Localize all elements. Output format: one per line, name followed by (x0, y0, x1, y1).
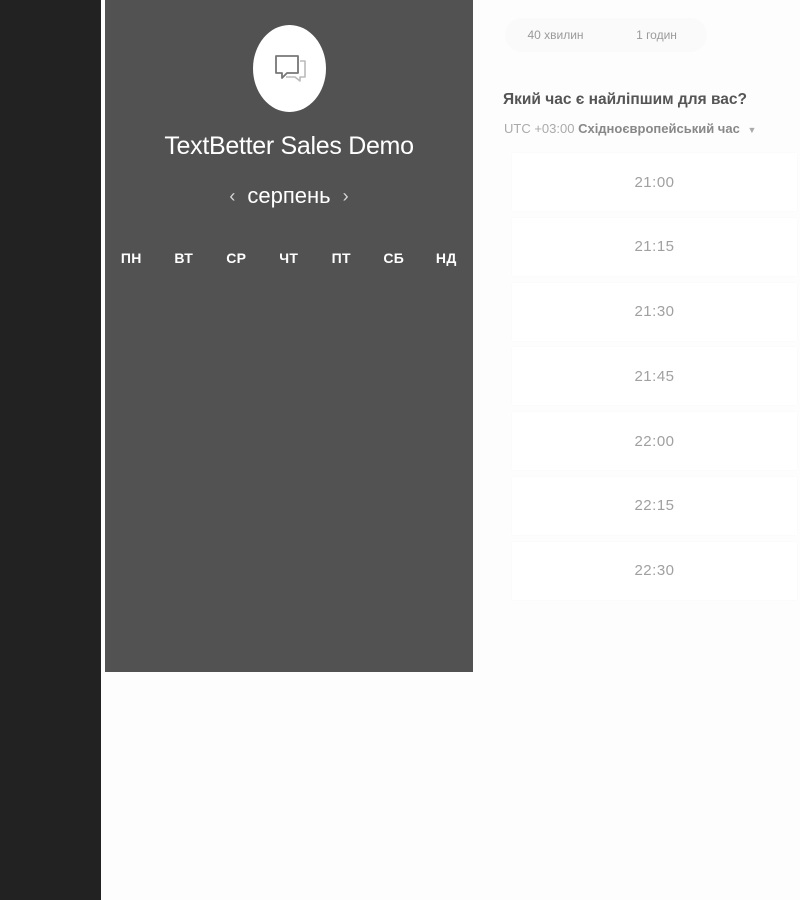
booking-page: TextBetter Sales Demo ‹ серпень › ПН ВТ … (0, 0, 800, 900)
weekday-sat: СБ (383, 250, 405, 266)
avatar (253, 25, 326, 112)
weekday-fri: ПТ (331, 250, 351, 266)
timezone-offset: UTC +03:00 (504, 121, 575, 136)
month-label: серпень (247, 183, 331, 208)
calendar-panel: TextBetter Sales Demo ‹ серпень › ПН ВТ … (105, 0, 473, 672)
duration-tab-40min[interactable]: 40 хвилин (505, 28, 606, 42)
time-slot-list: 21:00 21:15 21:30 21:45 22:00 22:15 22:3… (512, 153, 797, 607)
caret-down-icon: ▼ (747, 125, 757, 135)
event-title: TextBetter Sales Demo (164, 132, 414, 160)
chevron-right-icon[interactable]: › (331, 184, 361, 208)
time-slot[interactable]: 22:00 (512, 412, 797, 471)
time-slot[interactable]: 22:30 (512, 541, 797, 600)
time-question: Який час є найліпшим для вас? (503, 91, 747, 108)
chevron-left-icon[interactable]: ‹ (217, 184, 247, 208)
duration-tabs: 40 хвилин 1 годин (505, 18, 707, 52)
left-rail (0, 0, 101, 900)
weekday-thu: ЧТ (279, 250, 299, 266)
time-slot[interactable]: 21:45 (512, 347, 797, 406)
time-slot[interactable]: 22:15 (512, 476, 797, 535)
timezone-selector[interactable]: UTC +03:00 Східноєвропейський час ▼ (504, 121, 756, 136)
weekday-header: ПН ВТ СР ЧТ ПТ СБ НД (105, 250, 473, 266)
weekday-tue: ВТ (174, 250, 194, 266)
duration-tab-1hour[interactable]: 1 годин (606, 28, 707, 42)
weekday-mon: ПН (120, 250, 142, 266)
month-navigation: ‹ серпень › (105, 183, 473, 209)
time-slot[interactable]: 21:30 (512, 282, 797, 341)
time-slot[interactable]: 21:15 (512, 217, 797, 276)
time-slot[interactable]: 21:00 (512, 153, 797, 211)
chat-bubbles-icon (270, 49, 310, 89)
weekday-sun: НД (435, 250, 457, 266)
timezone-name: Східноєвропейський час (578, 121, 740, 136)
weekday-wed: СР (226, 250, 247, 266)
